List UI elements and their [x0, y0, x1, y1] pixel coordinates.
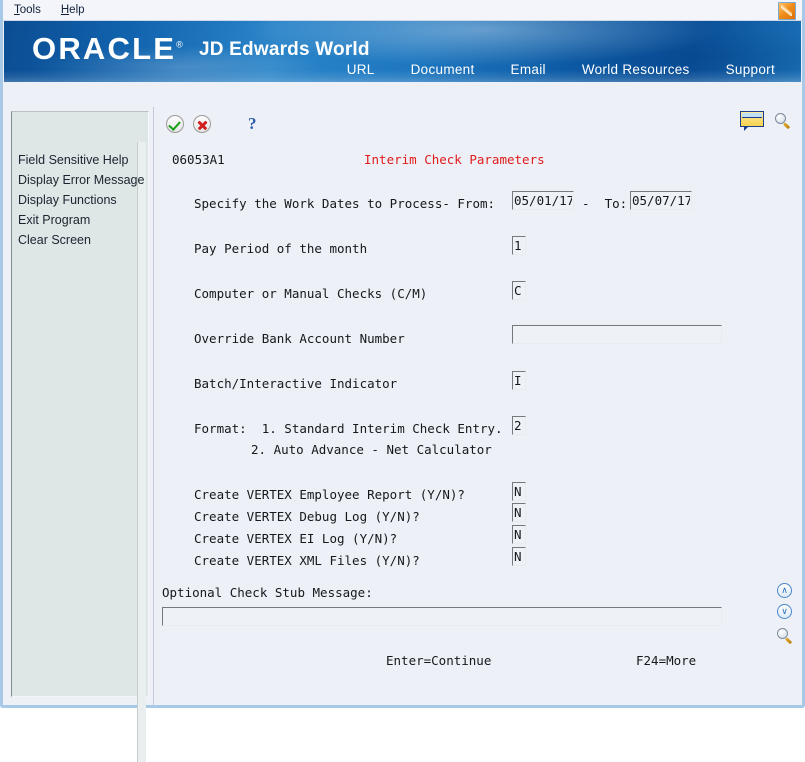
scroll-up-button[interactable]: ∧	[777, 583, 795, 598]
nav-link-support[interactable]: Support	[708, 62, 793, 77]
vertex-debug-log-label: Create VERTEX Debug Log (Y/N)?	[194, 509, 420, 524]
nav-link-world-resources[interactable]: World Resources	[564, 62, 708, 77]
cancel-button[interactable]	[193, 115, 211, 133]
vertex-employee-report-input[interactable]	[512, 482, 526, 501]
note-body	[740, 111, 764, 127]
help-button[interactable]: ?	[248, 115, 257, 133]
vertex-ei-log-label: Create VERTEX EI Log (Y/N)?	[194, 531, 398, 546]
format-input[interactable]	[512, 416, 526, 435]
content-area: Field Sensitive Help Display Error Messa…	[3, 107, 802, 762]
chevron-down-circle-icon: ∨	[777, 604, 792, 619]
sidebar: Field Sensitive Help Display Error Messa…	[3, 107, 153, 762]
batch-interactive-input[interactable]	[512, 371, 526, 390]
ok-button[interactable]	[166, 115, 184, 133]
banner-nav: URL Document Email World Resources Suppo…	[329, 62, 793, 77]
note-tail	[744, 126, 749, 131]
footer-f24-hint: F24=More	[636, 653, 697, 668]
footer-enter-hint: Enter=Continue	[386, 653, 492, 668]
magnifier-icon	[777, 628, 794, 645]
jde-logo-icon[interactable]	[778, 2, 796, 20]
main-panel: ? 06053A1 Interim Check Parameters Speci…	[153, 107, 802, 705]
oracle-brand-text: ORACLE	[32, 31, 177, 66]
oracle-banner: ORACLE® JD Edwards World URL Document Em…	[4, 21, 801, 82]
sidebar-panel: Field Sensitive Help Display Error Messa…	[11, 111, 149, 762]
menu-tools[interactable]: Tools	[5, 3, 50, 17]
pay-period-input[interactable]	[512, 236, 526, 255]
product-name: JD Edwards World	[199, 39, 370, 60]
magnifier-icon	[775, 113, 792, 130]
magnifier-handle	[782, 122, 791, 130]
optional-message-input[interactable]	[162, 607, 722, 626]
sidebar-item-field-sensitive-help[interactable]: Field Sensitive Help	[16, 150, 144, 170]
format-option-1-label: Format: 1. Standard Interim Check Entry.	[194, 421, 503, 436]
page-title: Interim Check Parameters	[364, 152, 545, 167]
note-bubble-icon[interactable]	[740, 111, 764, 131]
override-bank-account-input[interactable]	[512, 325, 722, 344]
application-window: Tools Help ORACLE® JD Edwards World URL …	[0, 0, 805, 762]
sidebar-item-display-functions[interactable]: Display Functions	[16, 190, 144, 210]
nav-link-url[interactable]: URL	[329, 62, 393, 77]
form-toolbar: ?	[154, 107, 802, 143]
date-to-input[interactable]	[630, 191, 692, 210]
toolbar-search-button[interactable]	[775, 113, 792, 130]
magnifier-handle	[784, 637, 793, 645]
pay-period-label: Pay Period of the month	[194, 241, 368, 256]
override-bank-account-label: Override Bank Account Number	[194, 331, 405, 346]
optional-message-label: Optional Check Stub Message:	[162, 585, 373, 600]
vertex-employee-report-label: Create VERTEX Employee Report (Y/N)?	[194, 487, 465, 502]
form-program-id: 06053A1	[172, 152, 225, 167]
work-dates-label: Specify the Work Dates to Process- From:	[194, 196, 496, 211]
vertex-xml-files-label: Create VERTEX XML Files (Y/N)?	[194, 553, 420, 568]
nav-link-document[interactable]: Document	[393, 62, 493, 77]
registered-mark-icon: ®	[176, 39, 183, 50]
vertex-debug-log-input[interactable]	[512, 503, 526, 522]
sidebar-item-clear-screen[interactable]: Clear Screen	[16, 230, 144, 250]
rail-search-button[interactable]	[777, 628, 795, 645]
menu-help[interactable]: Help	[52, 3, 94, 17]
sidebar-item-display-error-message[interactable]: Display Error Message	[16, 170, 144, 190]
check-type-input[interactable]	[512, 281, 526, 300]
check-circle-icon	[166, 115, 184, 133]
nav-link-email[interactable]: Email	[493, 62, 564, 77]
sidebar-function-list: Field Sensitive Help Display Error Messa…	[16, 150, 144, 250]
check-type-label: Computer or Manual Checks (C/M)	[194, 286, 428, 301]
form-canvas: 06053A1 Interim Check Parameters Specify…	[154, 143, 802, 705]
date-separator-label: - To:	[582, 196, 628, 211]
date-from-input[interactable]	[512, 191, 574, 210]
batch-interactive-label: Batch/Interactive Indicator	[194, 376, 398, 391]
cancel-circle-icon	[193, 115, 211, 133]
menubar: Tools Help	[3, 0, 802, 21]
scroll-down-button[interactable]: ∨	[777, 604, 795, 619]
format-option-2-label: 2. Auto Advance - Net Calculator	[251, 442, 492, 457]
chevron-up-circle-icon: ∧	[777, 583, 792, 598]
sidebar-item-exit-program[interactable]: Exit Program	[16, 210, 144, 230]
oracle-wordmark: ORACLE®	[32, 33, 183, 64]
vertex-xml-files-input[interactable]	[512, 547, 526, 566]
vertex-ei-log-input[interactable]	[512, 525, 526, 544]
